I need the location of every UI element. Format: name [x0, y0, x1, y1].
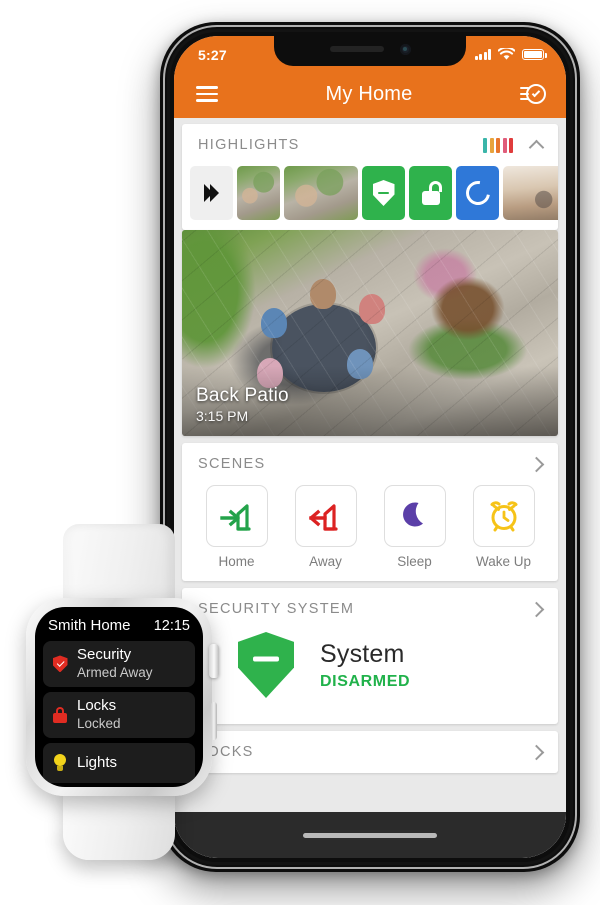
security-header[interactable]: SECURITY SYSTEM	[182, 588, 558, 630]
watch-row-name: Locks	[77, 696, 117, 714]
scene-label: Wake Up	[475, 554, 531, 569]
rotate-icon[interactable]	[456, 166, 499, 220]
chevron-right-icon[interactable]	[528, 601, 545, 617]
navigation-bar: My Home	[174, 70, 566, 118]
watch-row-locks[interactable]: Locks Locked	[43, 691, 195, 738]
security-state-badge: DISARMED	[320, 672, 411, 690]
colored-bars-icon[interactable]	[483, 137, 513, 153]
security-title: SECURITY SYSTEM	[198, 601, 355, 617]
scene-home[interactable]: Home	[205, 485, 268, 569]
watch-row-text: Lights	[77, 753, 118, 772]
house-arrow-in-icon[interactable]	[205, 485, 268, 547]
home-indicator[interactable]	[303, 832, 437, 838]
watch-home-name: Smith Home	[48, 617, 131, 634]
double-arrow-left-icon[interactable]	[190, 166, 233, 220]
smartphone-device: 5:27 My Home HIGHLIGHTS Back Patio 3:15 …	[160, 22, 580, 872]
hamburger-menu-icon[interactable]	[196, 86, 218, 102]
watch-time: 12:15	[153, 618, 190, 634]
scene-label: Away	[309, 554, 342, 569]
status-bar-indicators	[474, 45, 547, 61]
watch-row-name: Lights	[77, 753, 118, 771]
page-title: My Home	[325, 82, 413, 105]
watch-row-status: Armed Away	[77, 664, 153, 680]
checklist-check-icon[interactable]	[520, 81, 546, 107]
highlight-thumbnail[interactable]	[503, 166, 558, 220]
battery-icon	[522, 49, 547, 60]
locks-card: LOCKS	[182, 731, 558, 773]
highlight-thumbnail[interactable]	[284, 166, 358, 220]
watch-side-button[interactable]	[211, 702, 217, 740]
scene: 5:27 My Home HIGHLIGHTS Back Patio 3:15 …	[0, 0, 600, 905]
camera-feed-card[interactable]: Back Patio 3:15 PM	[182, 230, 558, 436]
scenes-row: Home Away Sleep Wake Up	[182, 485, 558, 581]
watch-row-text: Locks Locked	[77, 696, 121, 732]
earpiece-speaker	[329, 46, 384, 52]
security-text: System DISARMED	[320, 640, 410, 691]
chevron-right-icon[interactable]	[528, 744, 545, 760]
scene-away[interactable]: Away	[294, 485, 357, 569]
lock-closed-icon	[51, 706, 69, 723]
watch-case: Smith Home 12:15 Security Armed Away Loc…	[26, 598, 219, 796]
shield-check-icon	[51, 655, 69, 673]
scenes-header[interactable]: SCENES	[182, 443, 558, 485]
unlock-icon[interactable]	[409, 166, 452, 220]
front-camera-icon	[399, 43, 411, 55]
chevron-up-icon[interactable]	[528, 139, 545, 155]
shield-minus-icon[interactable]	[362, 166, 405, 220]
home-indicator-area	[174, 812, 566, 858]
moon-icon[interactable]	[383, 485, 446, 547]
watch-row-text: Security Armed Away	[77, 646, 153, 681]
scenes-title: SCENES	[198, 456, 266, 472]
alarm-clock-icon[interactable]	[472, 485, 535, 547]
app-content[interactable]: HIGHLIGHTS Back Patio 3:15 PM SCENES Hom…	[174, 118, 566, 858]
highlights-title: HIGHLIGHTS	[198, 137, 300, 153]
camera-caption: Back Patio 3:15 PM	[196, 385, 289, 424]
security-system-name: System	[320, 639, 405, 668]
scene-wake-up[interactable]: Wake Up	[472, 485, 535, 569]
scene-label: Sleep	[397, 554, 432, 569]
highlight-thumbnail[interactable]	[237, 166, 280, 220]
chevron-right-icon[interactable]	[528, 456, 545, 472]
locks-header[interactable]: LOCKS	[182, 731, 558, 773]
watch-row-status: Locked	[77, 715, 121, 731]
phone-screen: 5:27 My Home HIGHLIGHTS Back Patio 3:15 …	[174, 36, 566, 858]
house-arrow-out-icon[interactable]	[294, 485, 357, 547]
smartwatch-device: Smith Home 12:15 Security Armed Away Loc…	[24, 524, 219, 860]
shield-minus-icon	[238, 632, 294, 698]
lightbulb-icon	[51, 754, 69, 772]
watch-row-lights[interactable]: Lights	[43, 742, 195, 783]
camera-name: Back Patio	[196, 385, 289, 406]
wifi-icon	[498, 48, 515, 60]
highlights-strip[interactable]	[182, 166, 558, 230]
scene-label: Home	[218, 554, 255, 569]
status-bar-time: 5:27	[198, 46, 227, 63]
watch-crown[interactable]	[209, 644, 219, 678]
security-system-card: SECURITY SYSTEM System DISARMED	[182, 588, 558, 724]
watch-screen[interactable]: Smith Home 12:15 Security Armed Away Loc…	[35, 607, 203, 787]
scene-sleep[interactable]: Sleep	[383, 485, 446, 569]
highlights-card: HIGHLIGHTS	[182, 124, 558, 230]
phone-notch	[274, 36, 466, 66]
watch-row-name: Security	[77, 646, 132, 663]
scenes-card: SCENES Home Away Sleep Wake Up	[182, 443, 558, 581]
cellular-bars-icon	[474, 49, 491, 60]
highlights-header: HIGHLIGHTS	[182, 124, 558, 166]
security-status[interactable]: System DISARMED	[182, 630, 558, 724]
camera-timestamp: 3:15 PM	[196, 408, 249, 424]
watch-row-security[interactable]: Security Armed Away	[43, 641, 195, 687]
watch-header: Smith Home 12:15	[43, 616, 195, 641]
